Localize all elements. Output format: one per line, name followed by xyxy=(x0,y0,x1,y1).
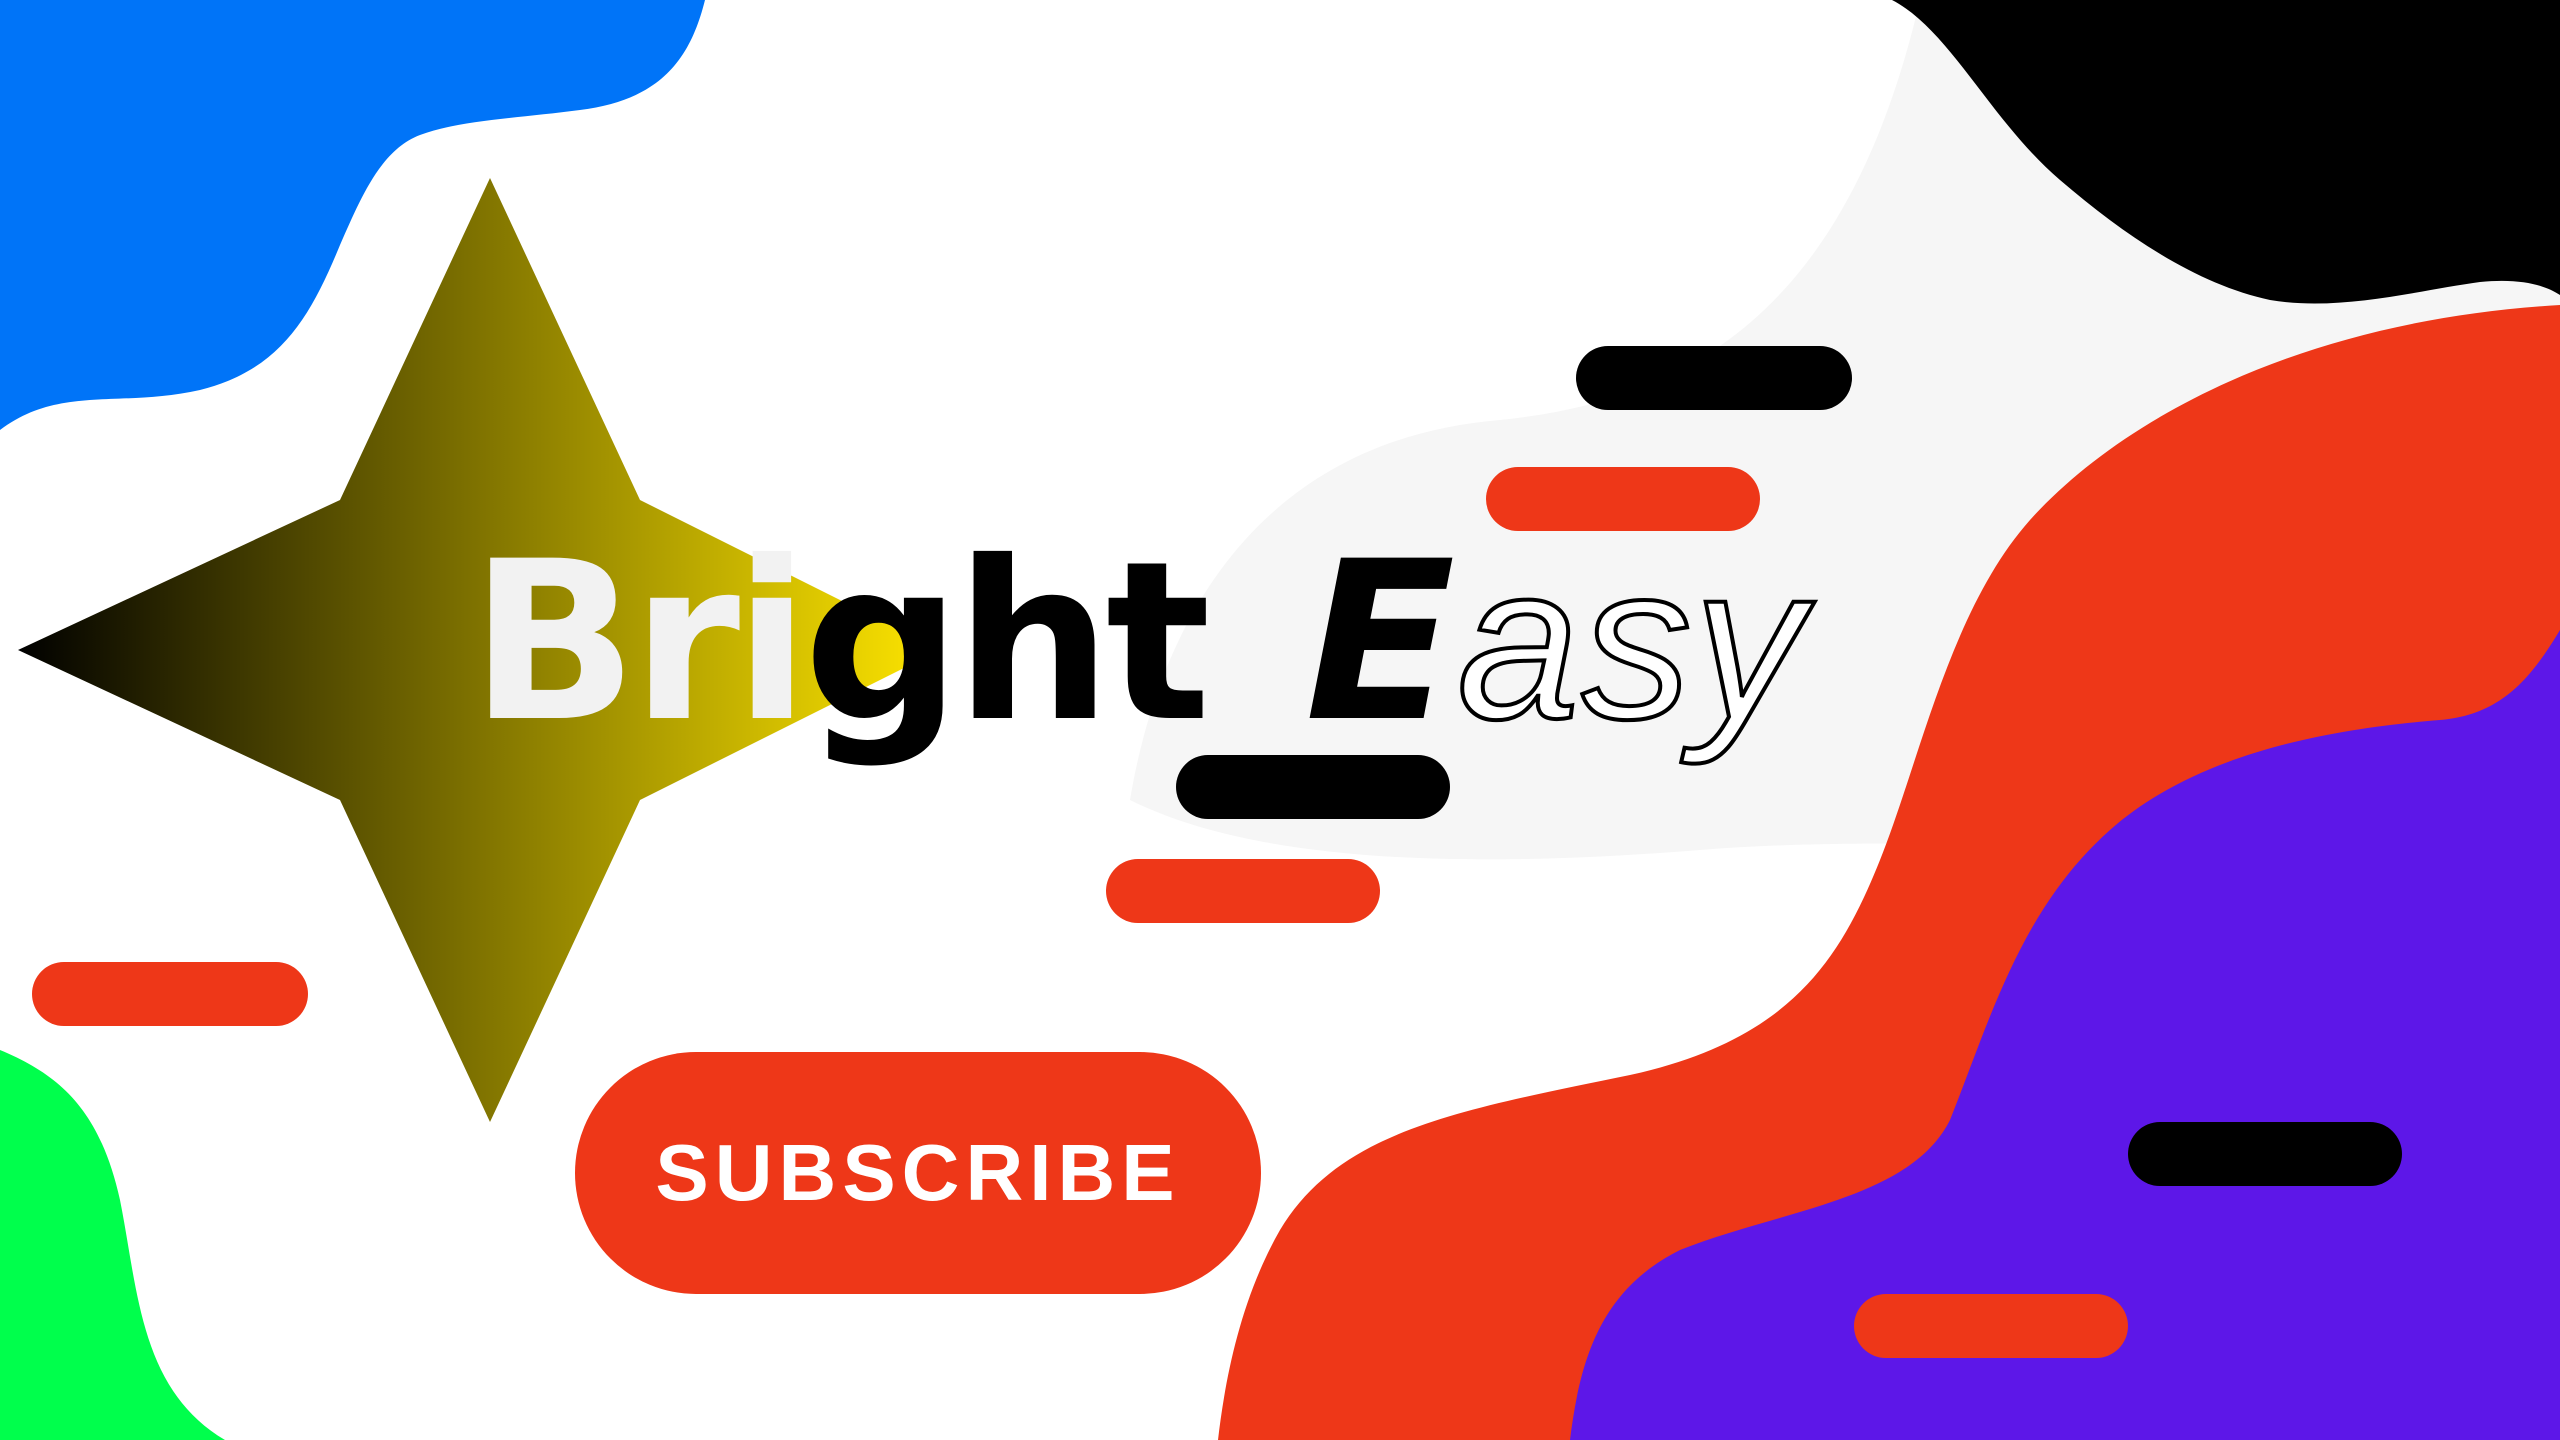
title-easy-initial: E xyxy=(1305,514,1458,770)
title-easy-rest: asy xyxy=(1455,519,1806,765)
title-bright-dark-part: ght xyxy=(803,514,1211,770)
promo-banner: Bright Easy SUBSCRIBE xyxy=(0,0,2560,1440)
title-word-bright: Bright xyxy=(470,532,1211,752)
background-artwork xyxy=(0,0,2560,1440)
green-blob xyxy=(0,1050,225,1440)
title-bright-light-part: Bri xyxy=(470,514,810,770)
subscribe-button[interactable]: SUBSCRIBE xyxy=(575,1052,1261,1294)
title-word-easy: Easy xyxy=(1305,530,1806,754)
blue-blob xyxy=(0,0,705,430)
